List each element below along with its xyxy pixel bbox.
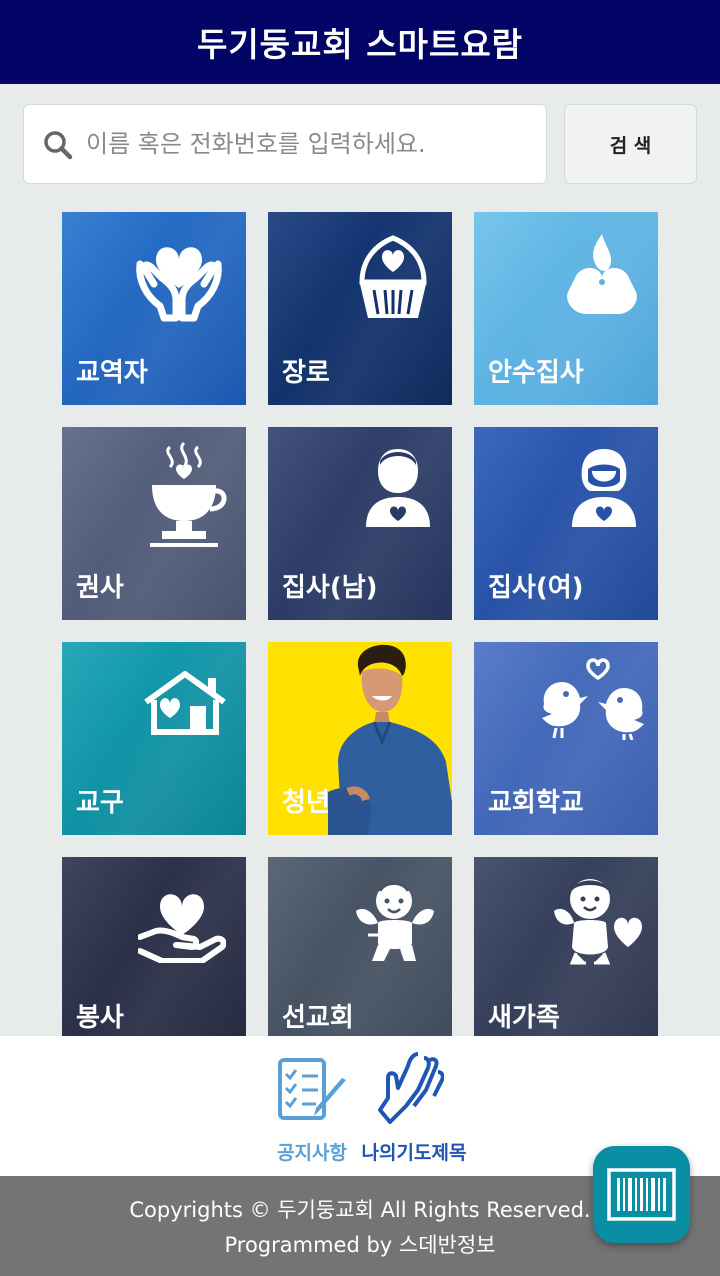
my-prayers-button[interactable]: 나의기도제목 [354,1050,474,1165]
notice-board-icon [278,1058,346,1120]
tile-label: 권사 [76,573,124,603]
search-icon [44,131,73,160]
search-input[interactable] [86,105,536,183]
notices-label: 공지사항 [277,1142,347,1164]
my-prayers-label: 나의기도제목 [361,1142,467,1164]
app-header: 두기둥교회 스마트요람 [0,0,720,84]
coffee-cup-icon [150,441,227,547]
tile-label: 집사(남) [282,573,378,603]
tile-label: 선교회 [282,1003,354,1033]
tile-label: 교역자 [76,358,148,388]
tile-youth[interactable]: 청년 [268,642,452,835]
love-birds-icon [542,658,644,740]
tile-label: 교구 [76,788,124,818]
tile-label: 새가족 [488,1003,560,1033]
woman-heart-icon [572,449,636,527]
tile-label: 집사(여) [488,573,584,603]
barcode-button[interactable] [593,1146,690,1243]
search-area: 검 색 [0,84,720,202]
tile-elders[interactable]: 장로 [268,212,452,405]
young-man-photo [328,644,452,835]
candle-heart-icon [567,234,637,314]
praying-hands-icon [378,1052,444,1124]
man-heart-icon [366,449,430,527]
tile-pastors[interactable]: 교역자 [62,212,246,405]
cherub-heart-icon [554,879,642,965]
tile-service[interactable]: 봉사 [62,857,246,1036]
notices-button[interactable]: 공지사항 [262,1050,362,1165]
category-grid: 교역자 장로 안수집사 권사 집사(남) 집사(여) 교구 청년 교회학교 봉사… [0,202,720,1036]
search-box[interactable] [23,104,547,184]
tile-deacons-female[interactable]: 집사(여) [474,427,658,620]
cupcake-heart-icon [359,235,427,318]
tile-new-family[interactable]: 새가족 [474,857,658,1036]
tile-mission-society[interactable]: 선교회 [268,857,452,1036]
tile-label: 봉사 [76,1003,124,1033]
tile-parish[interactable]: 교구 [62,642,246,835]
tile-label: 안수집사 [488,358,584,388]
heart-hands-icon [136,247,222,322]
hand-heart-icon [138,894,226,963]
tile-label: 청년 [282,788,330,818]
tile-ordained-deacons[interactable]: 안수집사 [474,212,658,405]
app-title: 두기둥교회 스마트요람 [196,25,524,64]
house-heart-icon [144,671,226,735]
search-button[interactable]: 검 색 [564,104,697,184]
tile-church-school[interactable]: 교회학교 [474,642,658,835]
cupid-icon [356,882,434,961]
tile-label: 교회학교 [488,788,584,818]
tile-deacons-male[interactable]: 집사(남) [268,427,452,620]
tile-label: 장로 [282,358,330,388]
tile-senior-deaconesses[interactable]: 권사 [62,427,246,620]
barcode-icon [607,1168,676,1221]
